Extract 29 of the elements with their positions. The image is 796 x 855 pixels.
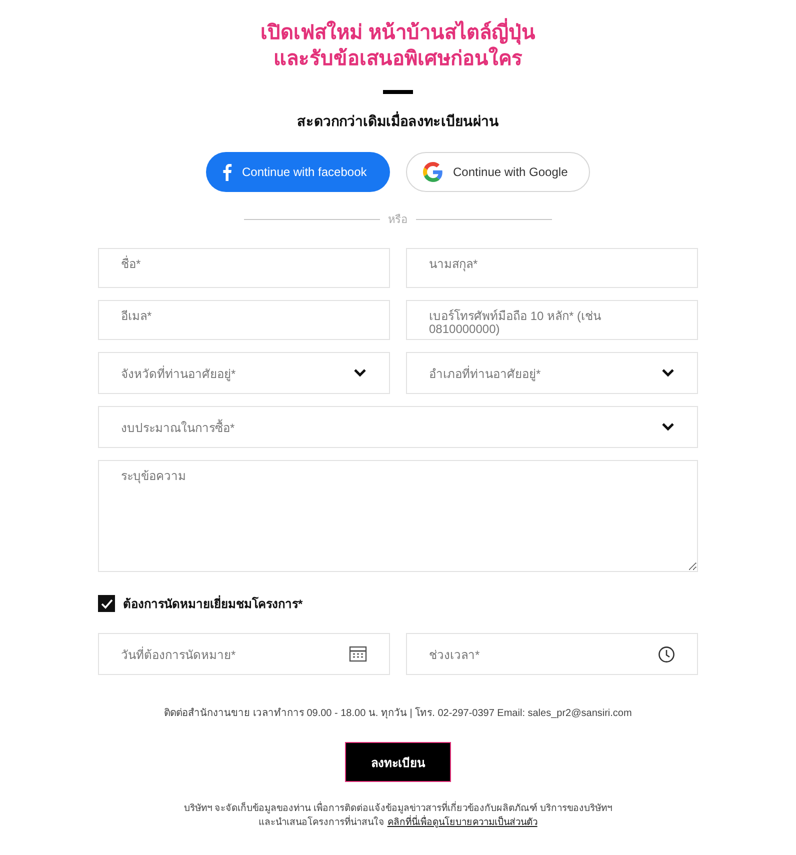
- chevron-icon: [661, 422, 675, 432]
- facebook-button[interactable]: Continue with facebook: [206, 152, 390, 192]
- dropdown[interactable]: จังหวัดที่ท่านอาศัยอยู่*: [98, 352, 390, 394]
- input-field[interactable]: เบอร์โทรศัพท์มือถือ 10 หลัก* (เช่น 0810000000): [406, 300, 698, 340]
- checkbox-label: ต้องการนัดหมายเยี่ยมชมโครงการ*: [123, 594, 303, 613]
- input-field[interactable]: อีเมล*: [98, 300, 390, 340]
- input-field[interactable]: ชื่อ*: [98, 248, 390, 288]
- dropdown[interactable]: อำเภอที่ท่านอาศัยอยู่*: [406, 352, 698, 394]
- privacy-link[interactable]: คลิกที่นี่เพื่อดูนโยบายความเป็นส่วนตัว: [387, 817, 538, 828]
- clock-icon: [658, 646, 675, 662]
- time-field[interactable]: ช่วงเวลา*: [406, 633, 698, 675]
- google-button[interactable]: Continue with Google: [406, 152, 590, 192]
- date-field[interactable]: วันที่ต้องการนัดหมาย*: [98, 633, 390, 675]
- calendar-icon: [349, 646, 367, 662]
- facebook-icon: [222, 163, 232, 181]
- register-button[interactable]: ลงทะเบียน: [345, 742, 451, 782]
- chevron-icon: [353, 368, 367, 378]
- chevron-icon: [661, 368, 675, 378]
- privacy-notice: บริษัทฯ จะจัดเก็บข้อมูลของท่าน เพื่อการติดต่อแจ้งข้อมูลข่าวสารที่เกี่ยวข้องกับผลิตภัณฑ์ บริการของบริษัทฯ และนำเสนอโครงการที่น่าสนใจ คลิกที่นี่เพื่อดูนโยบายความเป็นส่วนตัว: [184, 802, 612, 830]
- heading: เปิดเฟสใหม่ หน้าบ้านสไตล์ญี่ปุ่น: [260, 20, 536, 46]
- message-field[interactable]: ระบุข้อความ: [98, 460, 698, 572]
- dropdown[interactable]: งบประมาณในการซื้อ*: [98, 406, 698, 448]
- subtitle: สะดวกกว่าเดิมเมื่อลงทะเบียนผ่าน: [297, 110, 499, 131]
- contact-info: ติดต่อสำนักงานขาย เวลาทำการ 09.00 - 18.00 น. ทุกวัน | โทร. 02-297-0397 Email: sales_pr2@sansiri.com: [164, 706, 632, 720]
- google-icon: [423, 162, 443, 182]
- heading: และรับข้อเสนอพิเศษก่อนใคร: [274, 46, 522, 72]
- checkbox[interactable]: [98, 595, 115, 612]
- divider-label: หรือ: [388, 212, 408, 228]
- input-field[interactable]: นามสกุล*: [406, 248, 698, 288]
